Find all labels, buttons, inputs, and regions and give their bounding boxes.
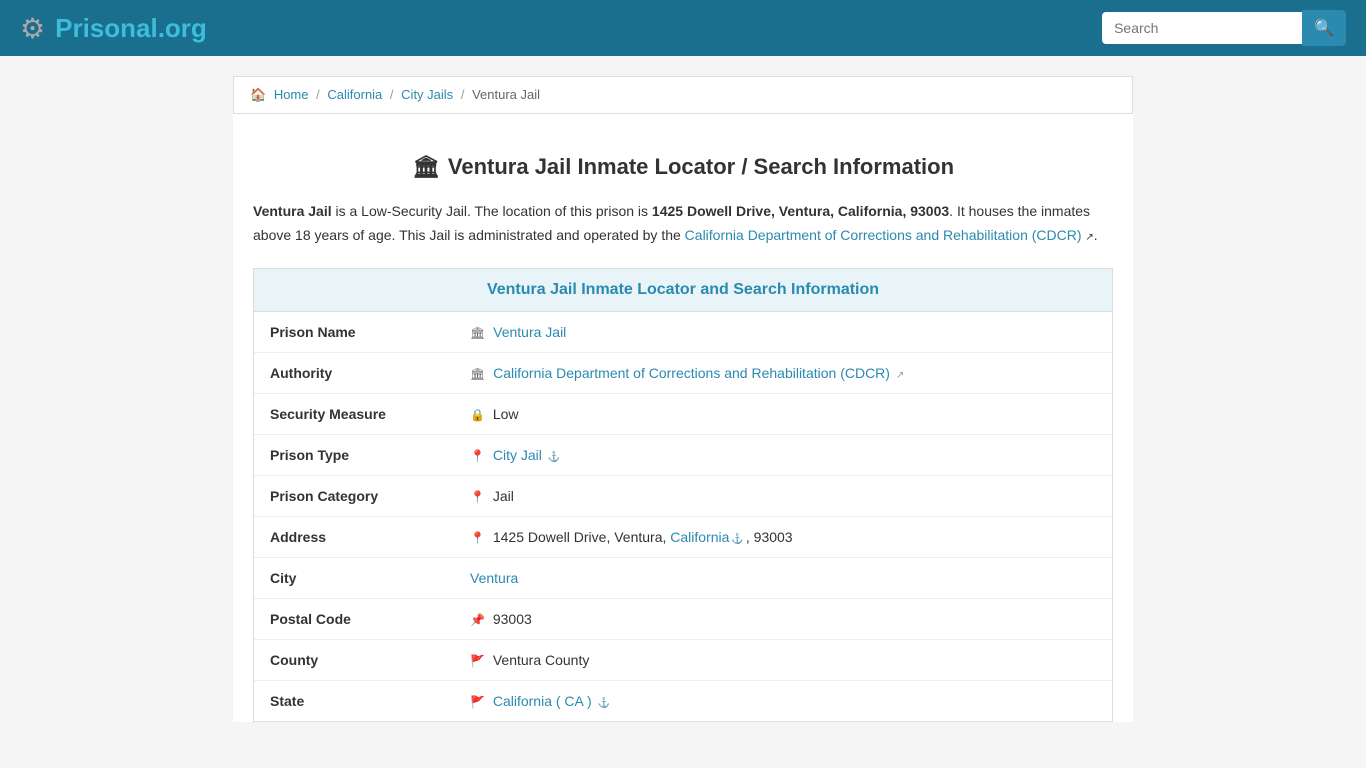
authority-icon: 🏛	[470, 367, 485, 381]
home-icon: 🏠	[250, 87, 266, 102]
label-city: City	[254, 557, 454, 598]
county-icon: 🚩	[470, 654, 485, 668]
table-row: Security Measure 🔒 Low	[254, 393, 1112, 434]
label-county: County	[254, 639, 454, 680]
prison-type-anchor: ⚓	[548, 452, 560, 463]
city-link[interactable]: Ventura	[470, 570, 518, 586]
address-text: 1425 Dowell Drive, Ventura,	[493, 529, 670, 545]
desc-part2: is a Low-Security Jail. The location of …	[332, 203, 652, 219]
label-prison-type: Prison Type	[254, 434, 454, 475]
description: Ventura Jail is a Low-Security Jail. The…	[233, 190, 1133, 268]
breadcrumb-sep1: /	[316, 87, 320, 102]
prison-name-icon: 🏛	[470, 326, 485, 340]
prison-cat-icon: 📍	[470, 490, 485, 504]
desc-part4: .	[1094, 227, 1098, 243]
info-section: Ventura Jail Inmate Locator and Search I…	[253, 268, 1113, 722]
value-state: 🚩 California ( CA ) ⚓	[454, 680, 1112, 721]
label-prison-category: Prison Category	[254, 475, 454, 516]
description-paragraph: Ventura Jail is a Low-Security Jail. The…	[253, 200, 1113, 248]
authority-link[interactable]: California Department of Corrections and…	[685, 227, 1082, 243]
table-row: State 🚩 California ( CA ) ⚓	[254, 680, 1112, 721]
security-icon: 🔒	[470, 408, 485, 422]
ext-icon: ↗	[1085, 232, 1093, 243]
logo-icon: ⚙	[20, 12, 45, 45]
value-postal: 📌 93003	[454, 598, 1112, 639]
label-prison-name: Prison Name	[254, 312, 454, 353]
logo-text: Prisonal.org	[55, 13, 207, 44]
table-row: Authority 🏛 California Department of Cor…	[254, 352, 1112, 393]
breadcrumb-city-jails[interactable]: City Jails	[401, 87, 453, 102]
table-row: Prison Category 📍 Jail	[254, 475, 1112, 516]
search-button[interactable]: 🔍	[1302, 10, 1346, 46]
table-row: Prison Name 🏛 Ventura Jail	[254, 312, 1112, 353]
header: ⚙ Prisonal.org 🔍	[0, 0, 1366, 56]
value-security: 🔒 Low	[454, 393, 1112, 434]
logo-name: Prisonal	[55, 13, 158, 43]
breadcrumb: 🏠 Home / California / City Jails / Ventu…	[233, 76, 1133, 114]
prison-category-value: Jail	[493, 488, 514, 504]
address-zip: , 93003	[746, 529, 793, 545]
postal-icon: 📌	[470, 613, 485, 627]
label-security: Security Measure	[254, 393, 454, 434]
label-postal: Postal Code	[254, 598, 454, 639]
info-table: Prison Name 🏛 Ventura Jail Authority 🏛 C…	[254, 312, 1112, 721]
value-prison-type: 📍 City Jail ⚓	[454, 434, 1112, 475]
security-value: Low	[493, 406, 519, 422]
table-row: Postal Code 📌 93003	[254, 598, 1112, 639]
info-table-body: Prison Name 🏛 Ventura Jail Authority 🏛 C…	[254, 312, 1112, 721]
prison-icon: 🏛	[412, 154, 440, 179]
label-address: Address	[254, 516, 454, 557]
postal-value: 93003	[493, 611, 532, 627]
state-icon: 🚩	[470, 695, 485, 709]
authority-ext-icon: ↗	[896, 370, 904, 381]
address-icon: 📍	[470, 531, 485, 545]
prison-type-icon: 📍	[470, 449, 485, 463]
value-address: 📍 1425 Dowell Drive, Ventura, California…	[454, 516, 1112, 557]
address-bold: 1425 Dowell Drive, Ventura, California, …	[652, 203, 949, 219]
breadcrumb-current: Ventura Jail	[472, 87, 540, 102]
county-value: Ventura County	[493, 652, 590, 668]
logo-tld: .org	[158, 13, 207, 43]
label-state: State	[254, 680, 454, 721]
state-anchor: ⚓	[598, 698, 610, 709]
main-content: 🏠 Home / California / City Jails / Ventu…	[233, 76, 1133, 722]
table-row: City Ventura	[254, 557, 1112, 598]
table-row: Prison Type 📍 City Jail ⚓	[254, 434, 1112, 475]
authority-table-link[interactable]: California Department of Corrections and…	[493, 365, 890, 381]
value-county: 🚩 Ventura County	[454, 639, 1112, 680]
state-link[interactable]: California ( CA )	[493, 693, 592, 709]
search-input[interactable]	[1102, 12, 1302, 44]
value-city: Ventura	[454, 557, 1112, 598]
logo-area: ⚙ Prisonal.org	[20, 12, 207, 45]
label-authority: Authority	[254, 352, 454, 393]
breadcrumb-sep2: /	[390, 87, 394, 102]
value-prison-name: 🏛 Ventura Jail	[454, 312, 1112, 353]
prison-name-link[interactable]: Ventura Jail	[493, 324, 566, 340]
prison-name-bold: Ventura Jail	[253, 203, 332, 219]
value-prison-category: 📍 Jail	[454, 475, 1112, 516]
value-authority: 🏛 California Department of Corrections a…	[454, 352, 1112, 393]
table-row: Address 📍 1425 Dowell Drive, Ventura, Ca…	[254, 516, 1112, 557]
table-row: County 🚩 Ventura County	[254, 639, 1112, 680]
breadcrumb-home[interactable]: Home	[274, 87, 309, 102]
info-section-header: Ventura Jail Inmate Locator and Search I…	[254, 269, 1112, 312]
page-title-area: 🏛Ventura Jail Inmate Locator / Search In…	[233, 134, 1133, 190]
breadcrumb-sep3: /	[461, 87, 465, 102]
breadcrumb-california[interactable]: California	[327, 87, 382, 102]
search-area: 🔍	[1102, 10, 1346, 46]
prison-type-link[interactable]: City Jail	[493, 447, 542, 463]
address-state-link[interactable]: California	[670, 529, 729, 545]
address-anchor: ⚓	[731, 534, 743, 545]
page-title: 🏛Ventura Jail Inmate Locator / Search In…	[253, 154, 1113, 180]
